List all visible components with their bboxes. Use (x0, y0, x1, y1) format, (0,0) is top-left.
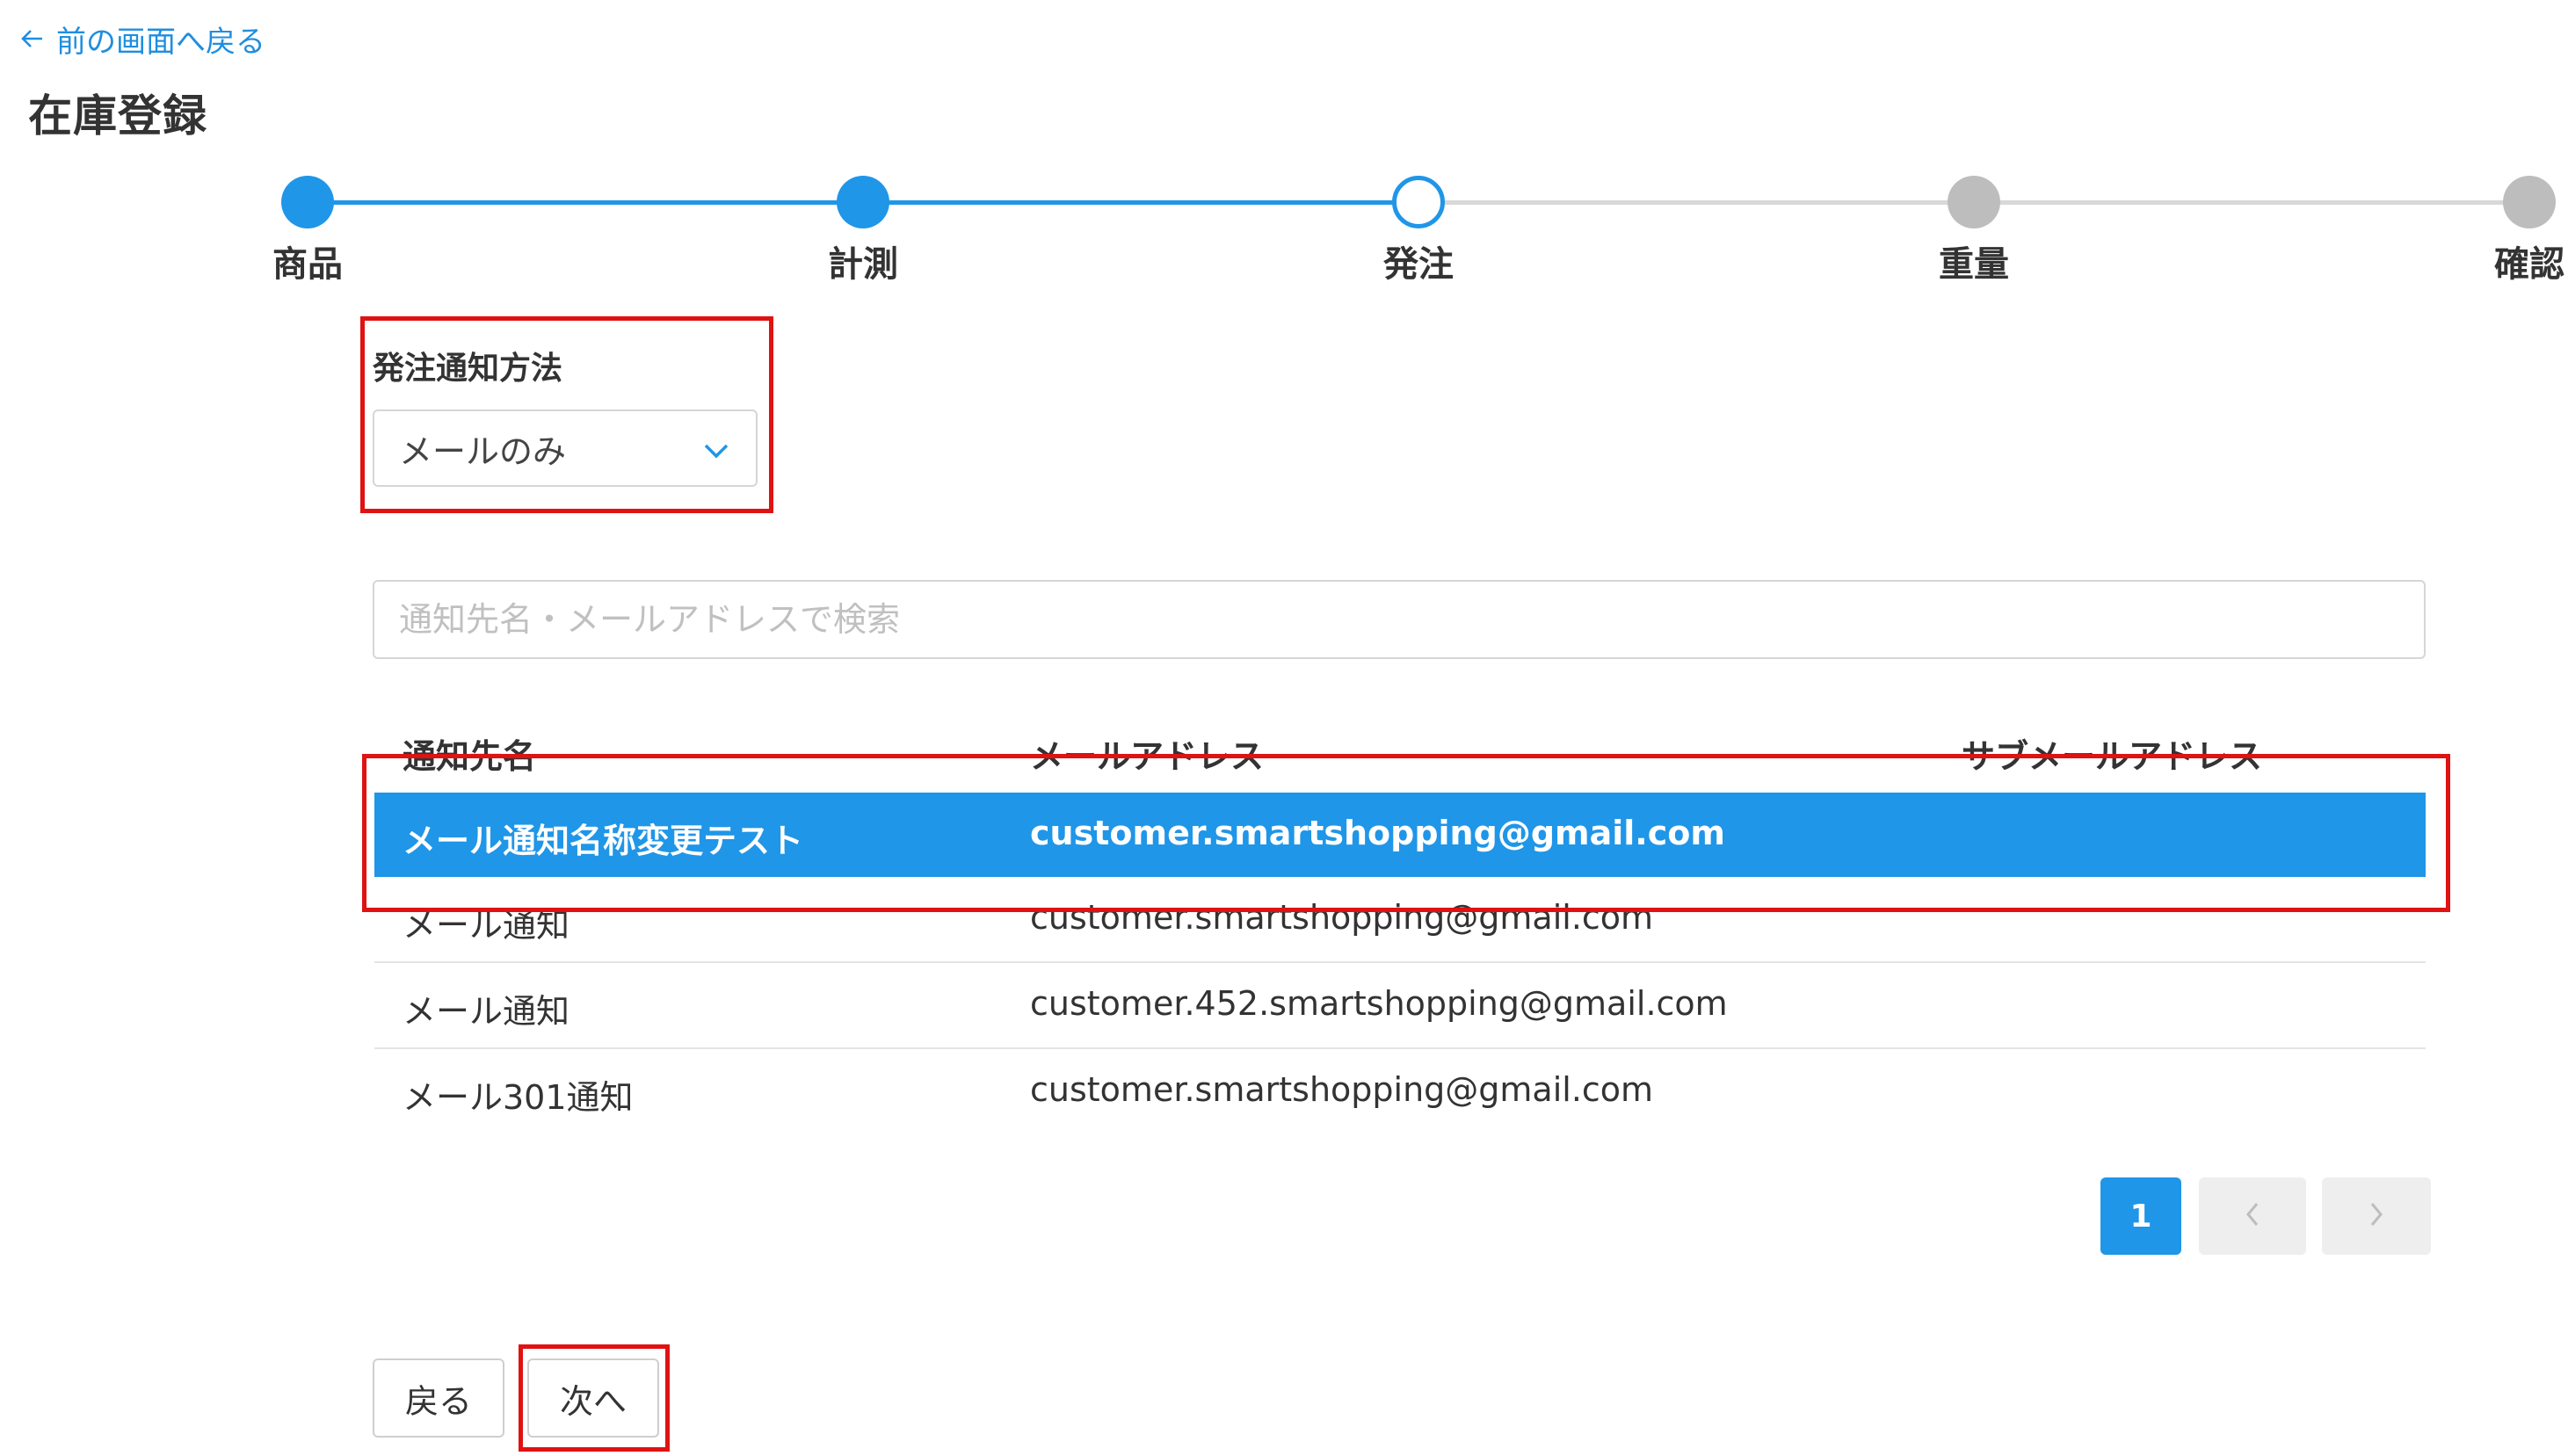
step-label-order: 発注 (1383, 244, 1454, 285)
row-name: メール通知 (403, 906, 570, 945)
pagination-next-button[interactable] (2322, 1177, 2431, 1255)
pagination-prev-button[interactable] (2199, 1177, 2306, 1255)
chevron-left-icon (2244, 1200, 2261, 1232)
step-connector-2 (863, 200, 1418, 205)
row-name: メール通知名称変更テスト (403, 822, 804, 860)
search-input[interactable] (373, 580, 2426, 659)
step-dot-measure (837, 176, 889, 228)
step-connector-4 (1974, 200, 2529, 205)
row-email: customer.452.smartshopping@gmail.com (1030, 984, 1728, 1023)
row-email: customer.smartshopping@gmail.com (1030, 1070, 1654, 1109)
step-label-measure: 計測 (828, 244, 898, 285)
arrow-left-icon (21, 27, 44, 50)
notification-method-value: メールのみ (399, 431, 567, 471)
notification-method-label: 発注通知方法 (373, 351, 563, 387)
table-row[interactable]: メール通知 customer.smartshopping@gmail.com (374, 877, 2426, 963)
header-email: メールアドレス (1030, 737, 1265, 776)
next-button[interactable]: 次へ (527, 1358, 659, 1438)
table-row[interactable]: メール301通知 customer.smartshopping@gmail.co… (374, 1049, 2426, 1134)
back-button[interactable]: 戻る (373, 1358, 504, 1438)
pagination-page-1[interactable]: 1 (2100, 1177, 2181, 1255)
table-row[interactable]: メール通知名称変更テスト customer.smartshopping@gmai… (374, 793, 2426, 877)
progress-stepper: 商品 計測 発注 重量 確認 (0, 167, 2568, 290)
table-header: 通知先名 メールアドレス サブメールアドレス (374, 714, 2426, 793)
chevron-down-icon (703, 429, 729, 467)
header-sub-email: サブメールアドレス (1962, 737, 2263, 776)
page-title: 在庫登録 (28, 91, 207, 141)
back-link[interactable]: 前の画面へ戻る (21, 18, 265, 60)
step-connector-3 (1418, 200, 1974, 205)
step-label-weight: 重量 (1939, 244, 2009, 285)
step-dot-order (1392, 176, 1445, 228)
step-dot-confirm (2503, 176, 2556, 228)
notification-method-select[interactable]: メールのみ (373, 409, 758, 487)
row-email: customer.smartshopping@gmail.com (1030, 898, 1654, 937)
row-name: メール通知 (403, 992, 570, 1031)
table-row[interactable]: メール通知 customer.452.smartshopping@gmail.c… (374, 963, 2426, 1049)
step-label-confirm: 確認 (2494, 244, 2564, 285)
step-dot-weight (1948, 176, 2000, 228)
back-link-label: 前の画面へ戻る (56, 24, 265, 60)
step-dot-product (281, 176, 334, 228)
step-connector-1 (308, 200, 863, 205)
chevron-right-icon (2368, 1200, 2385, 1232)
header-name: 通知先名 (403, 737, 537, 776)
recipient-table: 通知先名 メールアドレス サブメールアドレス メール通知名称変更テスト cust… (374, 714, 2426, 1134)
row-email: customer.smartshopping@gmail.com (1030, 814, 1725, 852)
step-label-product: 商品 (272, 244, 343, 285)
row-name: メール301通知 (403, 1078, 634, 1117)
